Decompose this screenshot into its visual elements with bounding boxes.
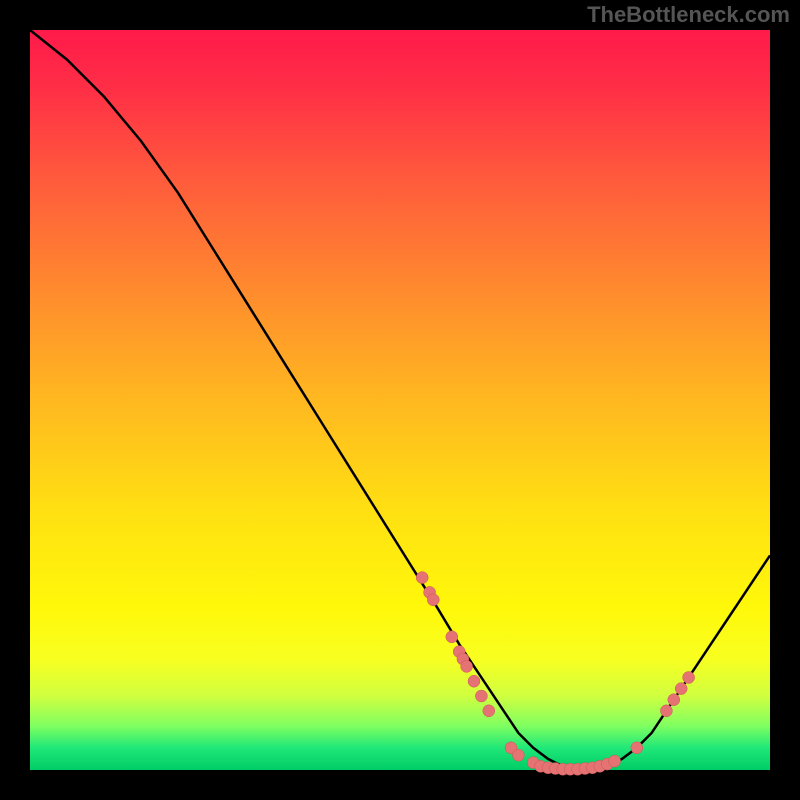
scatter-point	[631, 742, 643, 754]
chart-svg	[30, 30, 770, 770]
watermark-text: TheBottleneck.com	[587, 2, 790, 28]
scatter-point	[683, 672, 695, 684]
scatter-point	[660, 705, 672, 717]
scatter-dots	[416, 572, 694, 776]
chart-plot-area	[30, 30, 770, 770]
scatter-point	[609, 755, 621, 767]
scatter-point	[427, 594, 439, 606]
scatter-point	[461, 660, 473, 672]
bottleneck-curve	[30, 30, 770, 770]
scatter-point	[483, 705, 495, 717]
scatter-point	[675, 683, 687, 695]
scatter-point	[468, 675, 480, 687]
scatter-point	[475, 690, 487, 702]
scatter-point	[668, 694, 680, 706]
scatter-point	[416, 572, 428, 584]
scatter-point	[512, 749, 524, 761]
scatter-point	[446, 631, 458, 643]
